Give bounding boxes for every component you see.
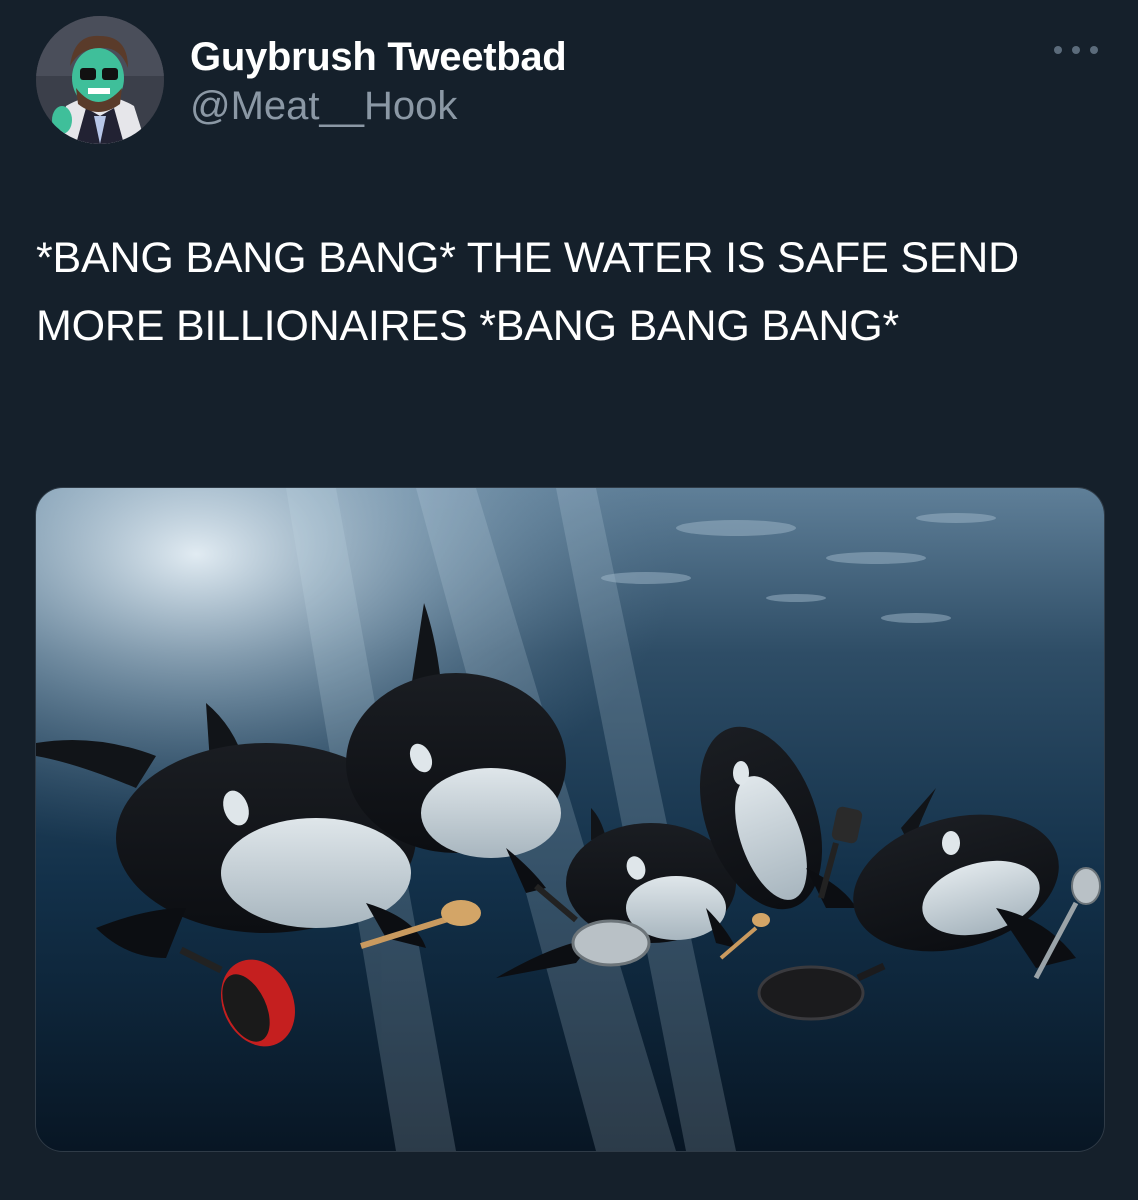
author-handle[interactable]: @Meat__Hook xyxy=(190,82,566,130)
more-dot xyxy=(1090,46,1098,54)
tweet-card[interactable]: Guybrush Tweetbad @Meat__Hook *BANG BANG… xyxy=(0,0,1138,1200)
more-dot xyxy=(1054,46,1062,54)
avatar[interactable] xyxy=(36,16,164,144)
tweet-text: *BANG BANG BANG* THE WATER IS SAFE SEND … xyxy=(36,234,1019,350)
author-names[interactable]: Guybrush Tweetbad @Meat__Hook xyxy=(190,34,567,130)
avatar-illustration xyxy=(36,16,164,144)
tweet-media-image[interactable] xyxy=(35,487,1105,1152)
tweet-header: Guybrush Tweetbad @Meat__Hook xyxy=(36,16,1102,146)
more-options-icon[interactable] xyxy=(1054,38,1098,62)
underwater-orca-image xyxy=(36,488,1104,1151)
more-dot xyxy=(1072,46,1080,54)
author-display-name[interactable]: Guybrush Tweetbad xyxy=(190,34,567,80)
